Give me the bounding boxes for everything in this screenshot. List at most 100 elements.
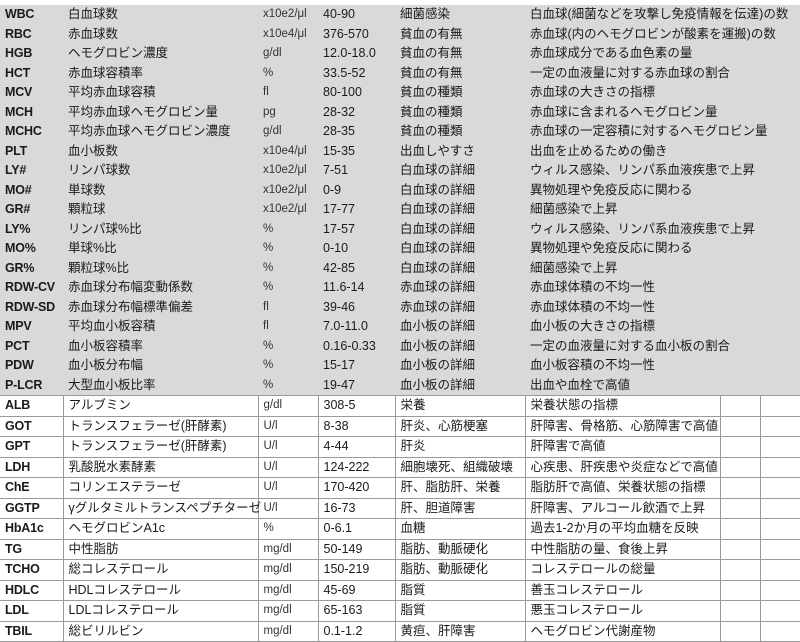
cell-category[interactable]: 貧血の有無: [395, 44, 525, 64]
cell-code[interactable]: MO%: [0, 239, 63, 259]
cell-unit[interactable]: mg/dl: [257, 620, 319, 642]
cell-extra2[interactable]: [760, 317, 800, 337]
cell-extra1[interactable]: [720, 258, 760, 278]
table-row[interactable]: MPV 平均血小板容積 fl 7.0-11.0 血小板の詳細 血小板の大きさの指標: [0, 317, 800, 337]
cell-name[interactable]: 平均赤血球ヘモグロビン濃度: [63, 122, 258, 142]
cell-extra1[interactable]: [719, 456, 761, 478]
cell-name[interactable]: 赤血球分布幅標準偏差: [63, 297, 258, 317]
table-row[interactable]: RDW-SD 赤血球分布幅標準偏差 fl 39-46 赤血球の詳細 赤血球体積の不均一性: [0, 297, 800, 317]
cell-range[interactable]: 308-5: [317, 395, 396, 417]
table-row[interactable]: RDW-CV 赤血球分布幅変動係数% 11.6-14 赤血球の詳細 赤血球体積の不均一性: [0, 278, 800, 298]
cell-extra2[interactable]: [760, 161, 800, 181]
cell-description[interactable]: 出血や血栓で高値: [525, 375, 720, 396]
cell-extra1[interactable]: [719, 395, 761, 417]
cell-category[interactable]: 白血球の詳細: [395, 219, 525, 239]
cell-extra2[interactable]: [759, 559, 800, 581]
cell-range[interactable]: 33.5-52: [318, 63, 395, 83]
cell-code[interactable]: MPV: [0, 317, 63, 337]
cell-category[interactable]: 肝炎: [394, 436, 526, 458]
cell-name[interactable]: 平均赤血球容積: [63, 83, 258, 103]
cell-unit[interactable]: %: [258, 219, 318, 239]
cell-code[interactable]: HCT: [0, 63, 63, 83]
table-row[interactable]: LY# リンパ球数 x10e2/μl 7-51 白血球の詳細 ウィルス感染、リンパ系血液疾…: [0, 161, 800, 181]
cell-extra2[interactable]: [760, 180, 800, 200]
table-row[interactable]: RBC 赤血球数 x10e4/μl 376-570 貧血の有無 赤血球(内のヘモグロビンが…: [0, 24, 800, 44]
cell-description[interactable]: 過去1-2か月の平均血糖を反映: [524, 518, 721, 540]
cell-code[interactable]: PCT: [0, 336, 63, 356]
cell-unit[interactable]: %: [258, 356, 318, 376]
cell-code[interactable]: TBIL: [0, 620, 64, 642]
cell-extra2[interactable]: [760, 141, 800, 161]
cell-name[interactable]: リンパ球%比: [63, 219, 258, 239]
cell-unit[interactable]: x10e2/μl: [258, 161, 318, 181]
cell-code[interactable]: ChE: [0, 477, 64, 499]
cell-name[interactable]: 平均赤血球ヘモグロビン量: [63, 102, 258, 122]
cell-range[interactable]: 0.1-1.2: [317, 620, 396, 642]
cell-range[interactable]: 4-44: [317, 436, 396, 458]
cell-unit[interactable]: x10e4/μl: [258, 24, 318, 44]
cell-code[interactable]: MCV: [0, 83, 63, 103]
cell-range[interactable]: 150-219: [317, 559, 396, 581]
cell-description[interactable]: 肝障害、骨格筋、心筋障害で高値: [524, 415, 721, 437]
cell-category[interactable]: 血小板の詳細: [395, 375, 525, 396]
cell-description[interactable]: 栄養状態の指標: [524, 395, 721, 417]
cell-code[interactable]: TG: [0, 538, 64, 560]
cell-extra2[interactable]: [759, 477, 800, 499]
cell-extra2[interactable]: [759, 497, 800, 519]
table-row[interactable]: PLT 血小板数 x10e4/μl 15-35 出血しやすさ 出血を止めるための働き: [0, 141, 800, 161]
cell-extra2[interactable]: [759, 620, 800, 642]
cell-category[interactable]: 白血球の詳細: [395, 200, 525, 220]
cell-range[interactable]: 0-9: [318, 180, 395, 200]
cell-unit[interactable]: %: [258, 63, 318, 83]
cell-unit[interactable]: x10e2/μl: [258, 200, 318, 220]
cell-code[interactable]: HGB: [0, 44, 63, 64]
cell-name[interactable]: 白血球数: [63, 5, 258, 25]
cell-description[interactable]: ウィルス感染、リンパ系血液疾患で上昇: [525, 161, 755, 181]
cell-description[interactable]: ヘモグロビン代謝産物: [524, 620, 721, 642]
cell-extra2[interactable]: [760, 200, 800, 220]
cell-extra1[interactable]: [719, 518, 761, 540]
cell-category[interactable]: 細胞壊死、組織破壊: [394, 456, 526, 478]
cell-extra2[interactable]: [760, 356, 800, 376]
cell-description[interactable]: 異物処理や免疫反応に関わる: [525, 239, 720, 259]
table-row[interactable]: LDL LDLコレステロール mg/dl 65-163 脂質 悪玉コレステロール: [0, 600, 800, 622]
cell-range[interactable]: 45-69: [317, 579, 396, 601]
cell-extra1[interactable]: [719, 415, 761, 437]
cell-category[interactable]: 白血球の詳細: [395, 161, 525, 181]
cell-category[interactable]: 肝、胆道障害: [394, 497, 526, 519]
cell-extra1[interactable]: [720, 297, 760, 317]
cell-code[interactable]: LDH: [0, 456, 64, 478]
cell-extra2[interactable]: [760, 239, 800, 259]
cell-category[interactable]: 白血球の詳細: [395, 180, 525, 200]
cell-range[interactable]: 28-32: [318, 102, 395, 122]
cell-range[interactable]: 170-420: [317, 477, 396, 499]
table-row[interactable]: GOT トランスフェラーゼ(肝酵素) U/l 8-38 肝炎、心筋梗塞 肝障害、骨格筋、心…: [0, 415, 800, 437]
cell-extra2[interactable]: [759, 600, 800, 622]
cell-category[interactable]: 貧血の種類: [395, 122, 525, 142]
cell-description[interactable]: 脂肪肝で高値、栄養状態の指標: [524, 477, 721, 499]
cell-category[interactable]: 脂肪、動脈硬化: [394, 538, 526, 560]
cell-extra2[interactable]: [759, 538, 800, 560]
table-row[interactable]: MCH 平均赤血球ヘモグロビン量 pg 28-32 貧血の種類 赤血球に含まれるヘモグロビ…: [0, 102, 800, 122]
cell-range[interactable]: 0.16-0.33: [318, 336, 395, 356]
cell-description[interactable]: 血小板の大きさの指標: [525, 317, 720, 337]
cell-unit[interactable]: U/l: [257, 436, 319, 458]
cell-category[interactable]: 肝炎、心筋梗塞: [394, 415, 526, 437]
cell-name[interactable]: 乳酸脱水素酵素: [62, 456, 259, 478]
cell-extra1[interactable]: [720, 278, 760, 298]
cell-extra2[interactable]: [759, 579, 800, 601]
cell-description[interactable]: 悪玉コレステロール: [524, 600, 721, 622]
cell-description[interactable]: 赤血球の一定容積に対するヘモグロビン量: [525, 122, 768, 142]
cell-description[interactable]: 赤血球成分である血色素の量: [525, 44, 720, 64]
cell-extra2[interactable]: [759, 436, 800, 458]
cell-unit[interactable]: %: [258, 375, 318, 396]
cell-unit[interactable]: g/dl: [258, 44, 318, 64]
cell-code[interactable]: LDL: [0, 600, 64, 622]
cell-category[interactable]: 白血球の詳細: [395, 239, 525, 259]
cell-name[interactable]: 単球%比: [63, 239, 258, 259]
table-row[interactable]: P-LCR 大型血小板比率% 19-47 血小板の詳細 出血や血栓で高値: [0, 375, 800, 396]
cell-code[interactable]: HbA1c: [0, 518, 64, 540]
cell-range[interactable]: 40-90: [318, 5, 395, 25]
cell-extra1[interactable]: [719, 559, 761, 581]
cell-extra2[interactable]: [760, 44, 800, 64]
